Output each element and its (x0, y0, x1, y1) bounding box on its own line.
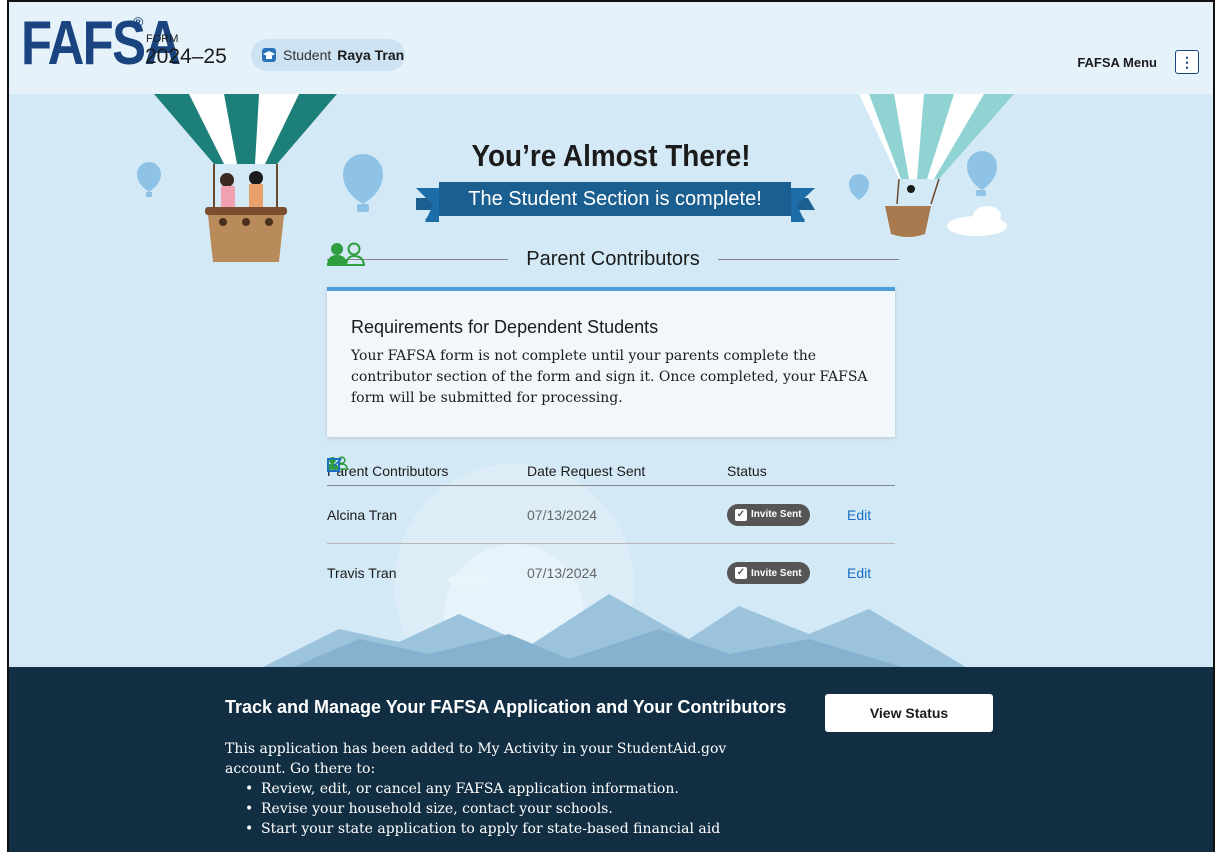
header-status: Status (727, 462, 767, 479)
contributor-name: Travis Tran (327, 565, 397, 581)
date-sent: 07/13/2024 (527, 565, 598, 581)
date-sent: 07/13/2024 (527, 506, 598, 523)
form-label: FORM (146, 33, 179, 45)
requirements-title: Requirements for Dependent Students (351, 317, 659, 337)
page-title: You’re Almost There! (471, 138, 751, 173)
table-row: Alcina Tran 07/13/2024 ✓ Invite Sent Edi… (327, 456, 895, 544)
track-manage-lead: This application has been added to My Ac… (225, 741, 727, 777)
contributors-table: Parent Contributors Date Request Sent St… (327, 456, 895, 602)
fafsa-menu-label[interactable]: FAFSA Menu (1077, 55, 1157, 70)
parent-contributors-heading: Parent Contributors (327, 242, 900, 276)
completion-banner: The Student Section is complete! (468, 188, 762, 210)
requirements-card: Requirements for Dependent Students Your… (327, 287, 895, 437)
edit-label[interactable]: Edit (847, 565, 871, 581)
registered-mark: ® (133, 14, 144, 30)
student-chip: Student Raya Tran (251, 39, 405, 71)
list-item: Review, edit, or cancel any FAFSA applic… (245, 779, 845, 799)
contributors-icon (327, 242, 366, 266)
contributor-name: Alcina Tran (327, 506, 398, 523)
track-manage-title: Track and Manage Your FAFSA Application … (225, 697, 787, 717)
list-item: Start your state application to apply fo… (245, 819, 845, 839)
checkbox-icon: ✓ (735, 567, 747, 579)
app-frame: FAFSA ® FORM 2024–25 Student Raya Tran F… (7, 0, 1215, 852)
edit-link[interactable]: Edit (327, 458, 895, 581)
edit-label[interactable]: Edit (847, 507, 871, 523)
edit-icon[interactable] (327, 456, 343, 472)
edit-link[interactable]: Edit (327, 458, 895, 523)
table-header: Parent Contributors Date Request Sent St… (327, 456, 895, 486)
graduation-cap-icon (262, 48, 276, 62)
section-heading-text: Parent Contributors (526, 247, 700, 270)
divider-right (717, 258, 900, 260)
track-manage-section: Track and Manage Your FAFSA Application … (9, 667, 1213, 852)
chip-name: Raya Tran (337, 47, 405, 63)
top-header: FAFSA ® FORM 2024–25 Student Raya Tran F… (9, 2, 1213, 94)
list-item: Revise your household size, contact your… (245, 799, 845, 819)
header-parent-contributors: Parent Contributors (327, 462, 449, 479)
status-text: Invite Sent (751, 567, 802, 579)
requirements-body: Your FAFSA form is not complete until yo… (351, 348, 868, 406)
status-badge: ✓ Invite Sent (727, 562, 810, 584)
checkbox-icon: ✓ (735, 508, 747, 521)
view-status-button[interactable]: View Status (825, 694, 993, 732)
header-date-sent: Date Request Sent (527, 462, 646, 479)
status-text: Invite Sent (751, 509, 802, 520)
track-manage-list: Review, edit, or cancel any FAFSA applic… (245, 779, 845, 839)
status-badge: ✓ Invite Sent (727, 503, 810, 526)
menu-kebab-button[interactable]: ⋮ (1175, 50, 1199, 74)
hero-scene: You’re Almost There! The Student Section… (9, 94, 1213, 669)
form-year: 2024–25 (145, 45, 227, 68)
chip-role: Student (283, 47, 332, 63)
table-row: Travis Tran 07/13/2024 ✓ Invite Sent Edi… (327, 456, 895, 602)
